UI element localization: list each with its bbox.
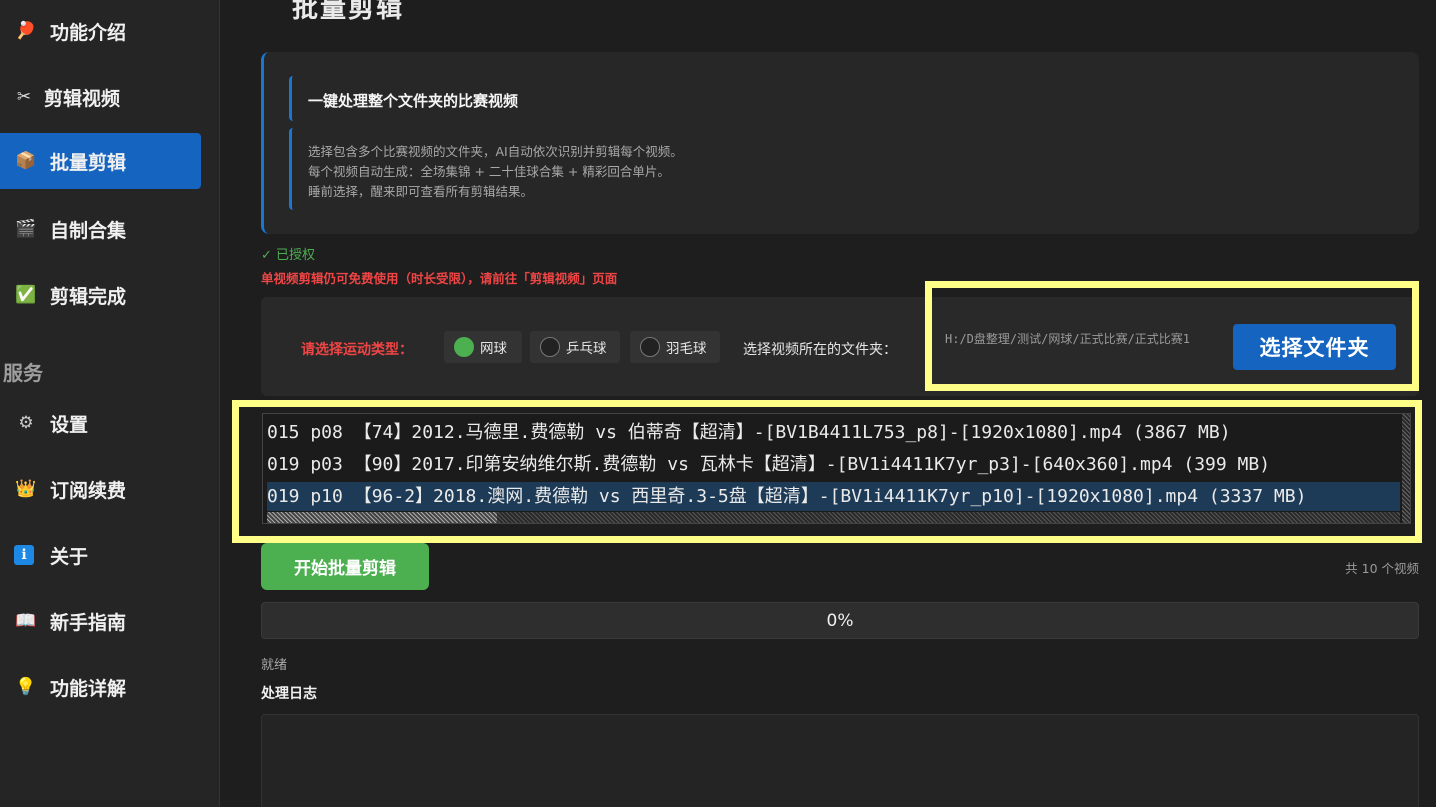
sidebar-item-label: 功能详解 — [50, 677, 127, 700]
sidebar-item-label: 订阅续费 — [50, 479, 127, 502]
sidebar-item-beginner-guide[interactable]: 📖 新手指南 — [0, 593, 201, 649]
highlight-box-folder — [925, 281, 1419, 391]
start-batch-edit-button[interactable]: 开始批量剪辑 — [261, 543, 429, 590]
sidebar-item-subscription[interactable]: 👑 订阅续费 — [0, 461, 201, 517]
app-window: 🏓 功能介绍 ✂ 剪辑视频 📦 批量剪辑 🎬 自制合集 ✅ 剪辑完成 服务 ⚙ … — [0, 0, 1436, 807]
sidebar-item-batch-edit[interactable]: 📦 批量剪辑 — [0, 133, 201, 189]
book-icon: 📖 — [15, 611, 37, 631]
intro-line: 睡前选择，醒来即可查看所有剪辑结果。 — [308, 184, 534, 199]
log-output[interactable] — [261, 714, 1419, 807]
radio-label: 羽毛球 — [666, 341, 707, 357]
radio-badminton[interactable]: 羽毛球 — [630, 331, 720, 363]
scissors-icon: ✂ — [16, 87, 32, 107]
package-icon: 📦 — [15, 151, 37, 171]
sidebar-item-label: 关于 — [50, 545, 89, 568]
license-warning: 单视频剪辑仍可免费使用（时长受限），请前往「剪辑视频」页面 — [261, 271, 618, 286]
license-status: ✓ 已授权 — [261, 248, 316, 263]
radio-label: 乒乓球 — [566, 341, 607, 357]
sidebar-item-edit-video[interactable]: ✂ 剪辑视频 — [0, 69, 201, 125]
sidebar-item-label: 功能介绍 — [50, 21, 127, 44]
log-title: 处理日志 — [261, 686, 317, 702]
intro-line: 选择包含多个比赛视频的文件夹，AI自动依次识别并剪辑每个视频。 — [308, 144, 683, 159]
sidebar-item-label: 剪辑视频 — [44, 87, 121, 110]
sidebar-item-label: 设置 — [50, 413, 89, 436]
radio-dot — [454, 337, 474, 357]
sidebar-item-features[interactable]: 🏓 功能介绍 — [0, 3, 201, 59]
radio-dot — [540, 337, 560, 357]
crown-icon: 👑 — [15, 479, 37, 499]
check-mark-icon: ✅ — [15, 285, 37, 305]
clapperboard-icon: 🎬 — [15, 219, 37, 239]
progress-text: 0% — [826, 610, 854, 631]
ping-pong-paddle-icon: 🏓 — [15, 21, 37, 41]
sidebar-item-settings[interactable]: ⚙ 设置 — [0, 395, 201, 451]
sport-type-label: 请选择运动类型： — [301, 342, 413, 358]
sidebar-item-custom-collection[interactable]: 🎬 自制合集 — [0, 201, 201, 257]
gear-icon: ⚙ — [18, 413, 34, 433]
intro-line: 每个视频自动生成：全场集锦 + 二十佳球合集 + 精彩回合单片。 — [308, 164, 670, 179]
info-icon: ℹ — [14, 545, 34, 565]
radio-label: 网球 — [480, 341, 507, 357]
folder-label: 选择视频所在的文件夹： — [743, 342, 897, 358]
section-label-services: 服务 — [3, 361, 43, 385]
radio-tennis[interactable]: 网球 — [444, 331, 522, 363]
sidebar-item-feature-details[interactable]: 💡 功能详解 — [0, 659, 201, 715]
light-bulb-icon: 💡 — [15, 677, 37, 697]
sidebar-item-label: 新手指南 — [50, 611, 127, 634]
sidebar-item-label: 剪辑完成 — [50, 285, 127, 308]
page-title: 批量剪辑 — [292, 0, 405, 24]
sidebar-item-about[interactable]: ℹ 关于 — [0, 527, 201, 583]
radio-table-tennis[interactable]: 乒乓球 — [530, 331, 620, 363]
radio-dot — [640, 337, 660, 357]
progress-bar: 0% — [261, 602, 1419, 639]
highlight-box-file-list — [232, 400, 1422, 543]
status-text: 就绪 — [261, 658, 288, 673]
sidebar-item-label: 自制合集 — [50, 219, 127, 242]
intro-card: 一键处理整个文件夹的比赛视频 选择包含多个比赛视频的文件夹，AI自动依次识别并剪… — [261, 52, 1419, 234]
sidebar: 🏓 功能介绍 ✂ 剪辑视频 📦 批量剪辑 🎬 自制合集 ✅ 剪辑完成 服务 ⚙ … — [0, 0, 220, 807]
intro-title: 一键处理整个文件夹的比赛视频 — [308, 92, 519, 110]
sidebar-item-edit-complete[interactable]: ✅ 剪辑完成 — [0, 267, 201, 323]
video-count: 共 10 个视频 — [1345, 561, 1419, 576]
sidebar-item-label: 批量剪辑 — [50, 151, 127, 174]
